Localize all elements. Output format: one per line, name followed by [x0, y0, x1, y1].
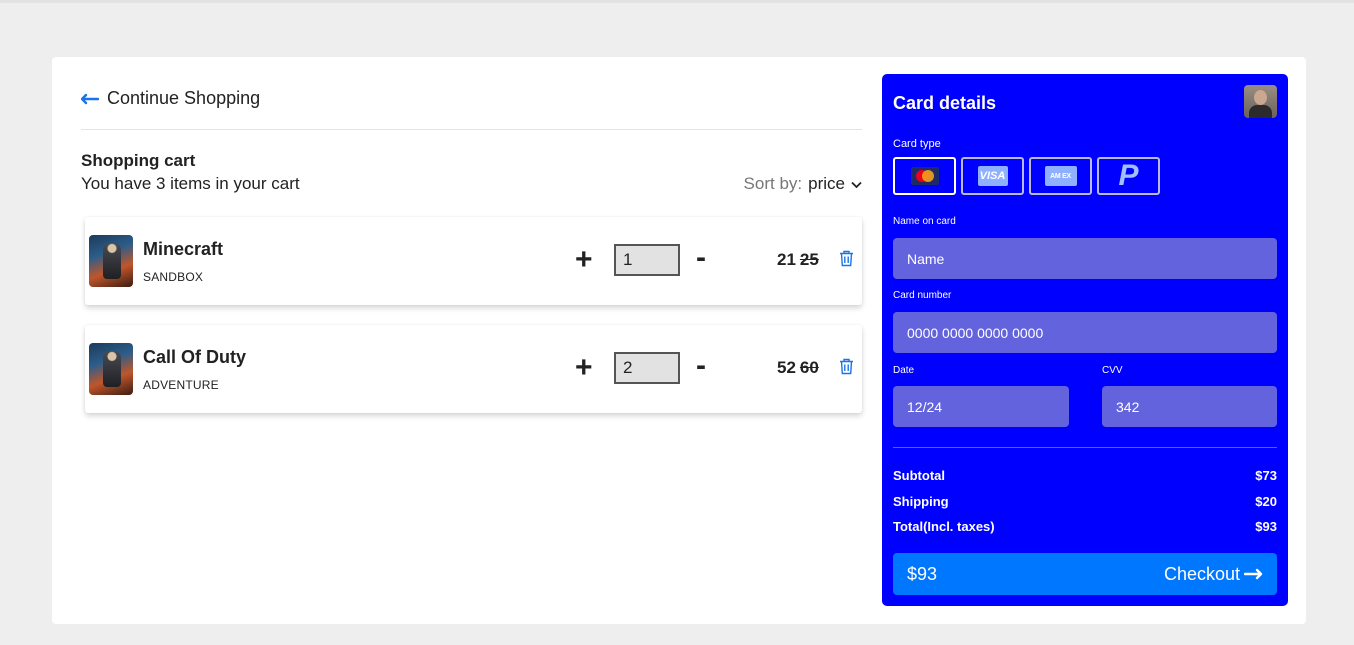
sort-value: price: [808, 174, 845, 193]
main-container: Continue Shopping Shopping cart You have…: [52, 57, 1306, 624]
paypal-icon: P: [1118, 159, 1139, 192]
cart-title: Shopping cart: [81, 151, 196, 170]
checkout-label: Checkout: [1163, 563, 1240, 584]
paypal-option[interactable]: P: [1097, 157, 1160, 195]
checkout-button[interactable]: $93 Checkout: [893, 553, 1277, 595]
total-row: Total(Incl. taxes) $93: [893, 519, 1277, 534]
continue-shopping-link[interactable]: Continue Shopping: [81, 88, 260, 109]
quantity-input[interactable]: [614, 352, 680, 384]
divider: [81, 129, 862, 130]
shipping-value: $20: [1255, 494, 1277, 509]
arrow-left-icon: [81, 93, 99, 105]
card-type-label: Card type: [893, 138, 941, 150]
product-price: 52 60: [777, 358, 819, 378]
trash-icon[interactable]: [839, 250, 854, 272]
cart-item: Minecraft SANDBOX + - 2125: [85, 217, 862, 305]
name-on-card-label: Name on card: [893, 216, 956, 227]
continue-shopping-label: Continue Shopping: [107, 88, 261, 108]
sort-label: Sort by:: [743, 174, 803, 193]
expiry-date-input[interactable]: [893, 386, 1069, 427]
amex-icon: AM EX: [1044, 166, 1077, 186]
subtotal-row: Subtotal $73: [893, 468, 1277, 483]
product-name: Call Of Duty: [143, 347, 247, 367]
cart-item: Call Of Duty ADVENTURE + - 5260: [85, 325, 862, 413]
trash-icon[interactable]: [839, 358, 854, 380]
checkout-amount: $93: [907, 563, 938, 584]
product-thumbnail: [89, 343, 133, 395]
amex-option[interactable]: AM EX: [1029, 157, 1092, 195]
card-number-label: Card number: [893, 290, 952, 301]
product-category: ADVENTURE: [143, 378, 219, 392]
name-on-card-input[interactable]: [893, 238, 1277, 279]
product-thumbnail: [89, 235, 133, 287]
product-category: SANDBOX: [143, 270, 204, 284]
card-type-selector: VISA AM EX P: [893, 157, 1160, 195]
increase-quantity-button[interactable]: +: [575, 353, 593, 383]
chevron-down-icon: [851, 174, 862, 194]
current-price: 52: [777, 358, 796, 377]
product-price: 21 25: [777, 250, 819, 270]
cvv-input[interactable]: [1102, 386, 1277, 427]
sort-dropdown[interactable]: Sort by: price: [744, 174, 862, 194]
card-details-title: Card details: [893, 93, 997, 113]
original-price: 60: [799, 358, 819, 377]
visa-option[interactable]: VISA: [961, 157, 1024, 195]
subtotal-label: Subtotal: [893, 468, 945, 483]
date-label: Date: [893, 365, 915, 376]
original-price: 25: [799, 250, 819, 269]
increase-quantity-button[interactable]: +: [575, 245, 593, 275]
shipping-row: Shipping $20: [893, 494, 1277, 509]
cart-section: Continue Shopping Shopping cart You have…: [81, 57, 862, 624]
decrease-quantity-button[interactable]: -: [696, 351, 706, 381]
total-label: Total(Incl. taxes): [893, 519, 995, 534]
total-value: $93: [1255, 519, 1277, 534]
card-details-panel: Card details Card type VISA AM EX P Name…: [882, 74, 1288, 606]
cvv-label: CVV: [1102, 365, 1123, 376]
avatar: [1244, 85, 1277, 118]
product-name: Minecraft: [143, 239, 224, 259]
decrease-quantity-button[interactable]: -: [696, 243, 706, 273]
checkout-label-group: Checkout: [1164, 564, 1263, 585]
divider: [893, 447, 1277, 448]
arrow-right-icon: [1243, 564, 1263, 585]
shipping-label: Shipping: [893, 494, 949, 509]
visa-icon: VISA: [977, 166, 1008, 186]
subtotal-value: $73: [1255, 468, 1277, 483]
cart-item-count: You have 3 items in your cart: [81, 174, 300, 193]
card-number-input[interactable]: [893, 312, 1277, 353]
mastercard-option[interactable]: [893, 157, 956, 195]
mastercard-icon: [910, 167, 939, 185]
quantity-input[interactable]: [614, 244, 680, 276]
current-price: 21: [777, 250, 796, 269]
